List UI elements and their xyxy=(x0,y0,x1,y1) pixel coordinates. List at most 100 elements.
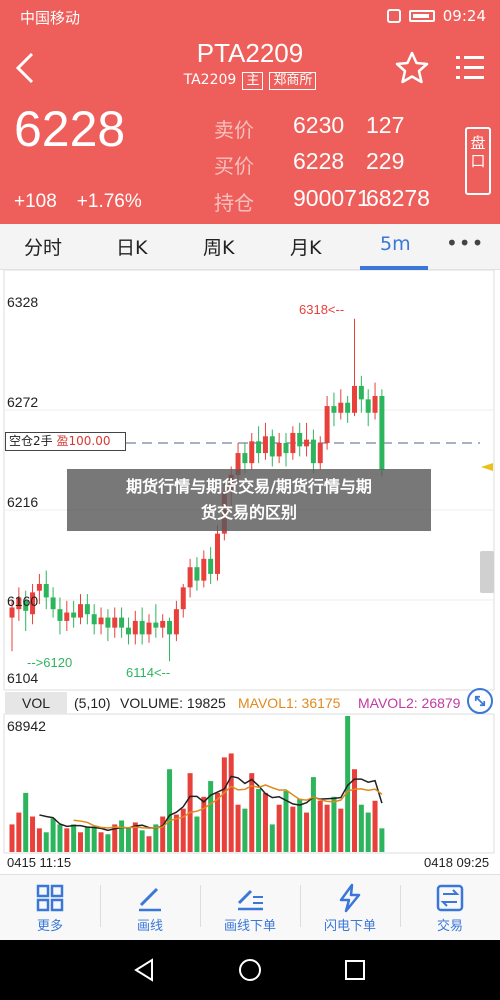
volume-bar xyxy=(249,773,255,852)
vol-params: (5,10) xyxy=(74,695,111,711)
high-marker: 6318<-- xyxy=(299,302,345,317)
candle-body xyxy=(139,620,145,635)
candle-body xyxy=(50,597,56,610)
candle-body xyxy=(372,396,378,413)
sell-volume: 127 xyxy=(366,112,405,138)
main-contract-tag: 主 xyxy=(242,72,264,90)
overlay-banner: 期货行情与期货交易/期货行情与期 货交易的区别 xyxy=(67,469,431,531)
candle-body xyxy=(290,432,296,454)
volume-indicator-bar: VOL (5,10) VOLUME: 19825 MAVOL1: 36175 M… xyxy=(0,691,500,715)
candle-body xyxy=(173,609,179,635)
position-text: 空仓2手 xyxy=(9,434,53,448)
volume-bar xyxy=(338,808,344,852)
candle-body xyxy=(358,385,364,400)
buy-label: 买价 xyxy=(214,154,254,178)
last-price: 6228 xyxy=(14,101,126,157)
indicator-settings-icon[interactable] xyxy=(467,688,493,714)
toolbar-label: 更多 xyxy=(36,919,63,934)
trade-icon xyxy=(436,884,464,912)
price-tick-label: 6328 xyxy=(7,294,39,310)
tab-5m[interactable]: 5m xyxy=(380,233,411,255)
nav-home-icon[interactable] xyxy=(237,957,263,983)
indicator-select-button[interactable]: VOL xyxy=(5,692,67,714)
volume-bar xyxy=(269,824,275,852)
volume-bar xyxy=(64,828,70,852)
low-marker-right: 6114<-- xyxy=(126,665,171,680)
toolbar-draw-order-button[interactable]: 画线下单 xyxy=(200,875,300,941)
tab-intraday[interactable]: 分时 xyxy=(24,233,62,260)
order-book-button[interactable]: 盘口 xyxy=(465,127,491,195)
time-start-label: 0415 11:15 xyxy=(7,855,72,870)
volume-bar xyxy=(379,828,385,852)
volume-bar xyxy=(372,800,378,852)
chart-scroll-handle[interactable] xyxy=(480,551,494,593)
candle-body xyxy=(338,402,344,413)
toolbar-label: 闪电下单 xyxy=(323,919,376,934)
pen-order-icon xyxy=(237,889,263,911)
toolbar-flash-order-button[interactable]: 闪电下单 xyxy=(300,875,400,941)
price-tick-label: 6216 xyxy=(7,494,39,510)
volume-bar xyxy=(221,757,227,852)
status-right: 09:24 xyxy=(386,7,486,25)
candle-body xyxy=(167,620,173,635)
candle-body xyxy=(215,533,220,574)
volume-bar xyxy=(50,818,56,852)
open-interest: 900071 xyxy=(293,185,370,211)
volume-bar xyxy=(262,792,268,852)
lightning-icon xyxy=(339,883,361,913)
candle-body xyxy=(297,432,303,447)
contract-code: TA2209 xyxy=(183,72,237,88)
app-root: 中国移动 09:24 PTA2209 TA2209 主 郑商所 6228 +10… xyxy=(0,0,500,1000)
mavol2-value: MAVOL2: 26879 xyxy=(358,695,461,711)
volume-bars-group xyxy=(9,716,385,852)
tab-monthly-k[interactable]: 月K xyxy=(290,233,321,260)
tab-weekly-k[interactable]: 周K xyxy=(203,233,234,260)
volume-bar xyxy=(317,800,323,852)
candle-body xyxy=(208,558,214,574)
candle-body xyxy=(84,604,90,615)
vol-value: VOLUME: 19825 xyxy=(120,695,226,711)
volume-bar xyxy=(208,781,214,852)
battery-icon xyxy=(408,10,435,22)
banner-line-1: 期货行情与期货交易/期货行情与期 xyxy=(126,477,372,496)
candle-body xyxy=(125,627,131,635)
nav-recents-icon[interactable] xyxy=(342,957,368,983)
volume-bar xyxy=(23,792,29,852)
kline-chart[interactable] xyxy=(0,270,500,874)
candle-body xyxy=(160,620,166,628)
candle-body xyxy=(283,443,289,454)
volume-bar xyxy=(125,828,131,852)
volume-bar xyxy=(139,830,145,852)
candle-body xyxy=(242,453,248,464)
volume-bar xyxy=(84,826,90,852)
toolbar-more-button[interactable]: 更多 xyxy=(0,875,100,941)
menu-icon[interactable] xyxy=(450,48,490,88)
price-tick-label: 6160 xyxy=(7,593,39,609)
tab-daily-k[interactable]: 日K xyxy=(116,233,147,260)
mavol1-value: MAVOL1: 36175 xyxy=(238,695,341,711)
candle-body xyxy=(365,399,371,413)
volume-bar xyxy=(43,832,49,852)
volume-bar xyxy=(304,812,310,852)
candle-body xyxy=(180,587,186,610)
low-marker-left: -->6120 xyxy=(27,655,73,670)
volume-bar xyxy=(78,832,83,852)
volume-bar xyxy=(310,777,316,852)
more-tabs-icon[interactable]: ••• xyxy=(446,231,484,255)
favorite-star-icon[interactable] xyxy=(392,48,432,88)
sell-label: 卖价 xyxy=(214,118,254,142)
volume-bar xyxy=(36,828,42,852)
volume-bar xyxy=(194,816,200,852)
toolbar-trade-button[interactable]: 交易 xyxy=(400,875,500,941)
volume-bar xyxy=(30,816,36,852)
banner-line-2: 货交易的区别 xyxy=(200,503,297,522)
price-tick-label: 6272 xyxy=(7,394,39,410)
candle-body xyxy=(331,406,337,413)
candle-body xyxy=(64,612,70,621)
nav-back-icon[interactable] xyxy=(132,957,158,983)
volume-bar xyxy=(290,806,296,852)
exchange-tag: 郑商所 xyxy=(269,72,317,90)
candle-body xyxy=(304,439,310,447)
toolbar-draw-button[interactable]: 画线 xyxy=(100,875,200,941)
volume-bar xyxy=(256,788,262,852)
